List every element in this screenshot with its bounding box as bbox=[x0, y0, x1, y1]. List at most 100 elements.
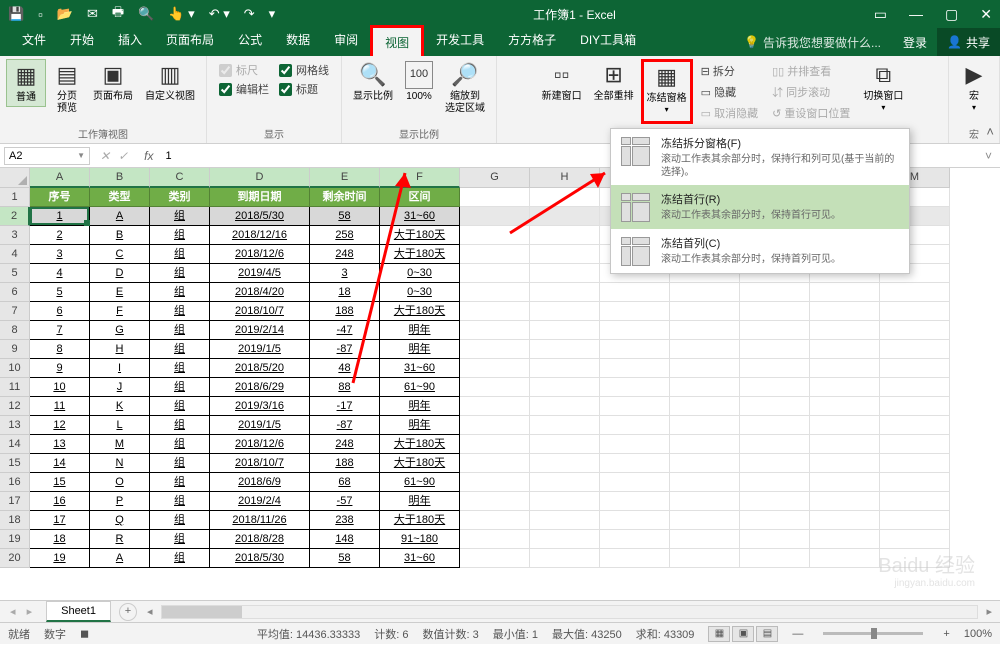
cell[interactable]: 1 bbox=[30, 207, 90, 226]
cell[interactable]: 大于180天 bbox=[380, 435, 460, 454]
cell[interactable]: 大于180天 bbox=[380, 245, 460, 264]
cell[interactable]: 剩余时间 bbox=[310, 188, 380, 207]
cell[interactable] bbox=[670, 435, 740, 454]
cell[interactable]: 7 bbox=[30, 321, 90, 340]
cell[interactable] bbox=[810, 416, 880, 435]
cell[interactable] bbox=[600, 416, 670, 435]
share-button[interactable]: 👤 共享 bbox=[937, 28, 1000, 57]
cell[interactable] bbox=[740, 340, 810, 359]
cell[interactable]: 17 bbox=[30, 511, 90, 530]
cell[interactable]: 组 bbox=[150, 245, 210, 264]
cell[interactable]: 16 bbox=[30, 492, 90, 511]
cell[interactable] bbox=[460, 397, 530, 416]
cell[interactable] bbox=[600, 340, 670, 359]
cell[interactable] bbox=[670, 492, 740, 511]
cell[interactable] bbox=[670, 549, 740, 568]
cell[interactable]: 区间 bbox=[380, 188, 460, 207]
cell[interactable]: 58 bbox=[310, 549, 380, 568]
row-header-15[interactable]: 15 bbox=[0, 454, 30, 473]
cell[interactable] bbox=[880, 454, 950, 473]
show-check-3[interactable]: 标题 bbox=[279, 81, 329, 97]
show-check-2[interactable]: 编辑栏 bbox=[219, 81, 269, 97]
tell-me[interactable]: 💡 告诉我您想要做什么... bbox=[744, 34, 893, 51]
menubar-tab-3[interactable]: 页面布局 bbox=[154, 25, 226, 60]
cell[interactable]: 10 bbox=[30, 378, 90, 397]
cell[interactable] bbox=[810, 340, 880, 359]
col-header-F[interactable]: F bbox=[380, 168, 460, 188]
cell[interactable]: 31~60 bbox=[380, 549, 460, 568]
row-header-10[interactable]: 10 bbox=[0, 359, 30, 378]
col-header-A[interactable]: A bbox=[30, 168, 90, 188]
cell[interactable]: Q bbox=[90, 511, 150, 530]
cell[interactable]: 2019/2/4 bbox=[210, 492, 310, 511]
cell[interactable]: 58 bbox=[310, 207, 380, 226]
cell[interactable] bbox=[530, 226, 600, 245]
cell[interactable]: 18 bbox=[30, 530, 90, 549]
zoom-button[interactable]: 🔍显示比例 bbox=[348, 59, 398, 105]
cell[interactable] bbox=[740, 435, 810, 454]
zoom-selection-button[interactable]: 🔎缩放到 选定区域 bbox=[440, 59, 490, 117]
cell[interactable]: 2018/6/29 bbox=[210, 378, 310, 397]
cell[interactable] bbox=[460, 245, 530, 264]
row-header-6[interactable]: 6 bbox=[0, 283, 30, 302]
cell[interactable] bbox=[460, 473, 530, 492]
zoom-level[interactable]: 100% bbox=[964, 628, 992, 640]
cell[interactable] bbox=[530, 397, 600, 416]
cancel-formula-icon[interactable]: ✕ bbox=[100, 149, 110, 163]
cell[interactable] bbox=[530, 511, 600, 530]
cell[interactable]: 0~30 bbox=[380, 283, 460, 302]
cell[interactable] bbox=[810, 492, 880, 511]
view-pagebreak-icon[interactable]: ▤ bbox=[756, 626, 778, 642]
cell[interactable]: 188 bbox=[310, 454, 380, 473]
freeze-menu-item-2[interactable]: 冻结首列(C) 滚动工作表其余部分时，保持首列可见。 bbox=[611, 229, 909, 273]
cell[interactable]: 248 bbox=[310, 435, 380, 454]
row-header-11[interactable]: 11 bbox=[0, 378, 30, 397]
cell[interactable]: 61~90 bbox=[380, 473, 460, 492]
cell[interactable] bbox=[460, 492, 530, 511]
view-normal-icon[interactable]: ▦ bbox=[708, 626, 730, 642]
cell[interactable] bbox=[600, 435, 670, 454]
cell[interactable]: K bbox=[90, 397, 150, 416]
cell[interactable] bbox=[460, 283, 530, 302]
ribbon-options-icon[interactable]: ▭ bbox=[874, 6, 887, 23]
menubar-tab-5[interactable]: 数据 bbox=[274, 25, 322, 60]
arrange-all-button[interactable]: ⊞全部重排 bbox=[589, 59, 639, 124]
menubar-tab-4[interactable]: 公式 bbox=[226, 25, 274, 60]
row-header-13[interactable]: 13 bbox=[0, 416, 30, 435]
expand-formula-icon[interactable]: ˅ bbox=[981, 149, 996, 163]
cell[interactable]: 2019/2/14 bbox=[210, 321, 310, 340]
touch-icon[interactable]: 👆 ▾ bbox=[168, 6, 194, 22]
cell[interactable] bbox=[600, 321, 670, 340]
cell[interactable]: E bbox=[90, 283, 150, 302]
cell[interactable]: G bbox=[90, 321, 150, 340]
redo-icon[interactable]: ↷ bbox=[244, 6, 255, 22]
cell[interactable]: 2018/5/30 bbox=[210, 549, 310, 568]
cell[interactable]: 2018/8/28 bbox=[210, 530, 310, 549]
menubar-tab-7[interactable]: 视图 bbox=[370, 25, 424, 60]
cell[interactable]: 238 bbox=[310, 511, 380, 530]
cell[interactable] bbox=[600, 359, 670, 378]
cell[interactable] bbox=[530, 435, 600, 454]
cell[interactable] bbox=[600, 473, 670, 492]
cell[interactable]: H bbox=[90, 340, 150, 359]
fx-icon[interactable]: fx bbox=[138, 149, 159, 163]
cell[interactable]: 组 bbox=[150, 321, 210, 340]
row-header-12[interactable]: 12 bbox=[0, 397, 30, 416]
cell[interactable] bbox=[670, 473, 740, 492]
cell[interactable] bbox=[460, 207, 530, 226]
cell[interactable]: -47 bbox=[310, 321, 380, 340]
cell[interactable]: 组 bbox=[150, 454, 210, 473]
cell[interactable]: 类型 bbox=[90, 188, 150, 207]
cell[interactable] bbox=[670, 530, 740, 549]
menubar-tab-0[interactable]: 文件 bbox=[10, 25, 58, 60]
cell[interactable]: 明年 bbox=[380, 340, 460, 359]
cell[interactable]: 91~180 bbox=[380, 530, 460, 549]
cell[interactable]: 2019/3/16 bbox=[210, 397, 310, 416]
enter-formula-icon[interactable]: ✓ bbox=[118, 149, 128, 163]
cell[interactable]: 到期日期 bbox=[210, 188, 310, 207]
cell[interactable] bbox=[670, 302, 740, 321]
cell[interactable] bbox=[670, 340, 740, 359]
custom-views-button[interactable]: ▥自定义视图 bbox=[140, 59, 200, 105]
cell[interactable]: 5 bbox=[30, 283, 90, 302]
cell[interactable] bbox=[530, 492, 600, 511]
